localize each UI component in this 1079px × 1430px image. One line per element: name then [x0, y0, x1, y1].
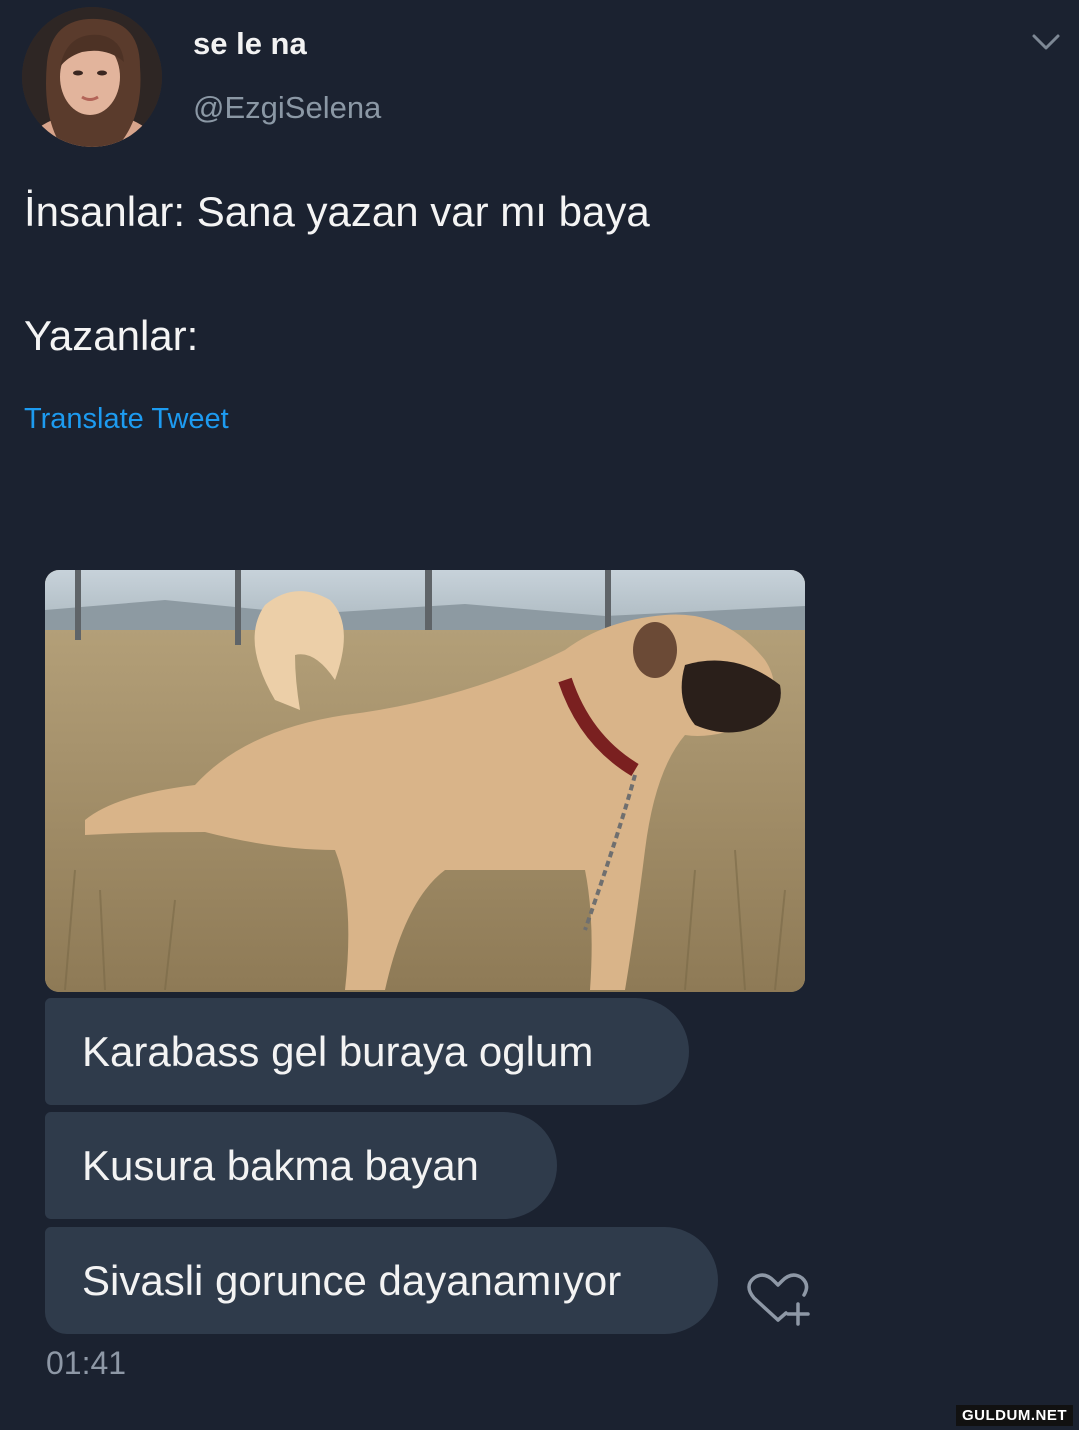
avatar[interactable] — [22, 7, 162, 147]
message-bubble[interactable]: Kusura bakma bayan — [45, 1112, 557, 1219]
message-timestamp: 01:41 — [46, 1345, 127, 1381]
message-text: Sivasli gorunce dayanamıyor — [82, 1256, 622, 1304]
message-text: Karabass gel buraya oglum — [82, 1027, 594, 1075]
user-handle[interactable]: @EzgiSelena — [193, 90, 381, 126]
tweet-text-line-1: İnsanlar: Sana yazan var mı baya — [24, 188, 650, 235]
message-bubble[interactable]: Karabass gel buraya oglum — [45, 998, 689, 1105]
message-bubble[interactable]: Sivasli gorunce dayanamıyor — [45, 1227, 718, 1334]
translate-tweet-link[interactable]: Translate Tweet — [24, 403, 229, 436]
watermark: GULDUM.NET — [956, 1405, 1073, 1426]
chat-photo[interactable] — [45, 570, 805, 992]
message-text: Kusura bakma bayan — [82, 1141, 479, 1189]
heart-plus-icon[interactable] — [740, 1268, 816, 1330]
tweet-text-line-2: Yazanlar: — [24, 312, 199, 359]
display-name[interactable]: se le na — [193, 26, 307, 62]
chevron-down-icon[interactable] — [1028, 28, 1064, 56]
